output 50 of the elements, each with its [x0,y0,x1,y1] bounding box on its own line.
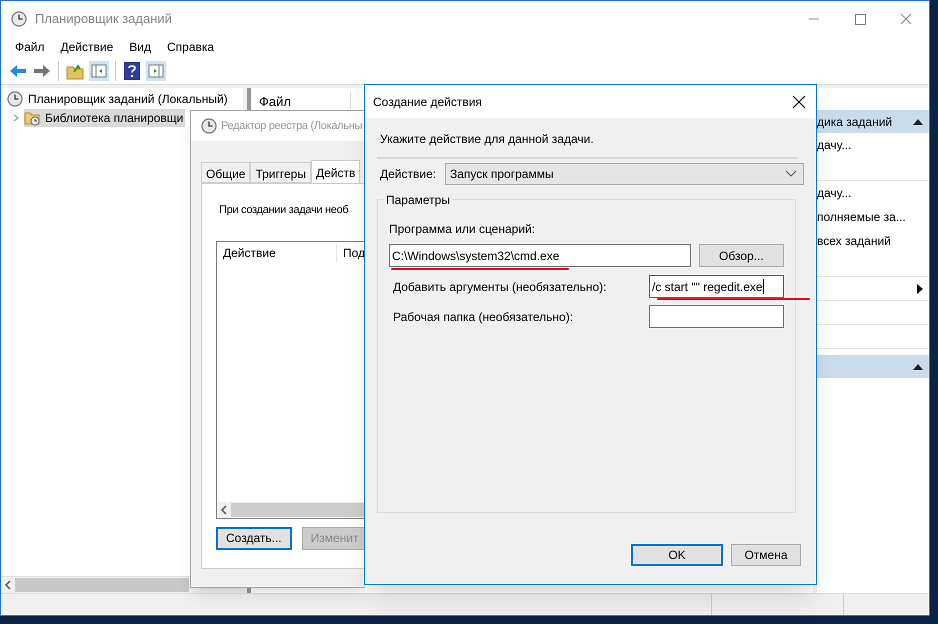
prompt-text: Укажите действие для данной задачи. [380,131,595,148]
help-icon[interactable] [124,62,140,80]
browse-button[interactable]: Обзор... [698,244,784,267]
column-header[interactable]: Действие [217,244,337,262]
tab[interactable]: Триггеры [250,162,311,183]
field-label: Добавить аргументы (необязательно): [392,278,606,296]
panel-icon[interactable] [88,60,110,82]
tree-item[interactable]: Планировщик заданий (Локальный) [7,90,230,108]
collapse-arrow-icon[interactable] [913,362,923,370]
scrollbar-thumb[interactable] [231,502,365,516]
scrollbar-thumb[interactable] [15,578,189,592]
submenu-arrow-icon[interactable] [917,284,923,294]
menu-item[interactable]: Действие [54,38,120,56]
window-title: Создание действия [373,94,482,110]
column-header[interactable]: Под [336,244,365,262]
menu-item[interactable]: Файл [9,38,51,56]
text-cursor [762,279,764,294]
close-icon[interactable] [792,94,806,108]
action-link[interactable]: дачу... [817,133,929,157]
action-link[interactable]: всех заданий [817,229,929,253]
scrollbar[interactable] [217,502,365,518]
tree-item[interactable]: Библиотека планировщи [24,108,186,126]
button[interactable]: Отмена [731,544,801,566]
button[interactable]: OK [631,544,723,566]
panel-icon[interactable] [145,60,167,82]
chevron-down-icon [785,170,797,178]
clock-icon [11,11,27,27]
tab[interactable]: Общие [201,162,250,183]
action-link[interactable]: полняемые за... [817,205,929,229]
clock-icon [7,90,23,106]
menu-item[interactable]: Справка [161,38,220,56]
window-title: Редактор реестра (Локальны [221,118,362,134]
action-dropdown[interactable]: Запуск программы [445,163,804,185]
menu-item[interactable]: Вид [123,38,157,56]
field-label: Рабочая папка (необязательно): [392,308,574,326]
folder-clock-icon [24,110,40,126]
collapse-arrow-icon[interactable] [913,118,923,126]
button[interactable]: Создать... [216,526,292,550]
action-link[interactable]: дачу... [817,181,929,205]
arguments-input-field[interactable]: /c start "" regedit.exe [649,275,784,298]
program-input-field[interactable]: C:\Windows\system32\cmd.exe [389,244,691,267]
field-label: Программа или сценарий: [389,221,536,238]
clock-icon [201,118,217,134]
window-title: Планировщик заданий [35,10,172,28]
section-header[interactable]: дика заданий [817,110,929,133]
description-text: При создании задачи необ [219,203,348,218]
workdir-input-field[interactable] [649,305,784,328]
chevron-right-icon[interactable] [11,112,21,122]
field-label: Действие: [380,166,438,183]
tab[interactable]: Действ [310,160,360,184]
